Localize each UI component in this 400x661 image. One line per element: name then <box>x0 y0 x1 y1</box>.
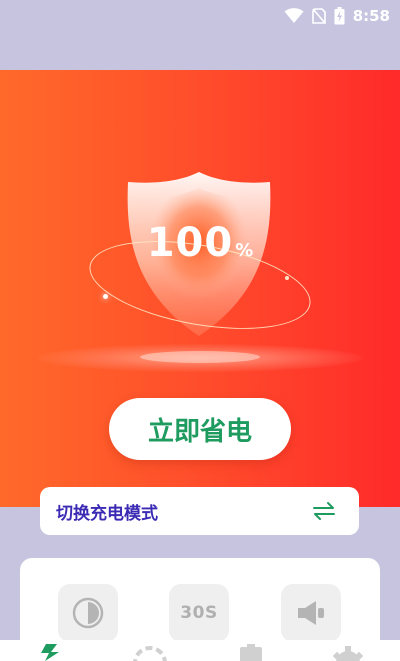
screen-timeout-tile[interactable]: 30S <box>169 584 229 642</box>
base-halo-inner <box>140 351 260 363</box>
status-time: 8:58 <box>352 7 390 25</box>
bottom-nav <box>0 640 400 661</box>
swap-arrows-icon[interactable] <box>311 501 337 521</box>
battery-icon[interactable] <box>236 644 266 661</box>
wifi-icon <box>284 8 304 23</box>
speaker-icon <box>298 601 324 625</box>
sound-tile[interactable] <box>281 584 341 642</box>
battery-percent-unit: % <box>235 240 254 261</box>
battery-charging-icon <box>334 7 345 25</box>
save-power-button[interactable]: 立即省电 <box>109 398 291 460</box>
orbit-spark <box>103 294 108 299</box>
status-bar: 8:58 <box>0 0 400 32</box>
gear-icon[interactable] <box>330 644 366 661</box>
timeout-icon: 30S <box>180 603 218 623</box>
brightness-tile[interactable] <box>58 584 118 642</box>
battery-percent: 100% <box>0 220 400 266</box>
switch-charge-mode-row[interactable]: 切换充电模式 <box>40 487 359 535</box>
switch-charge-mode-label: 切换充电模式 <box>56 503 158 524</box>
brightness-icon <box>72 597 104 629</box>
no-sim-icon <box>311 8 326 24</box>
app-screen: 8:58 100 % 立即省电 切换充电模式 30S <box>0 0 400 661</box>
orbit-spark-small <box>285 276 289 280</box>
battery-hero: 100% 立即省电 <box>0 70 400 507</box>
circle-dial-icon[interactable] <box>132 644 168 661</box>
battery-percent-value: 100 <box>146 220 234 266</box>
lightning-icon[interactable] <box>37 644 63 661</box>
